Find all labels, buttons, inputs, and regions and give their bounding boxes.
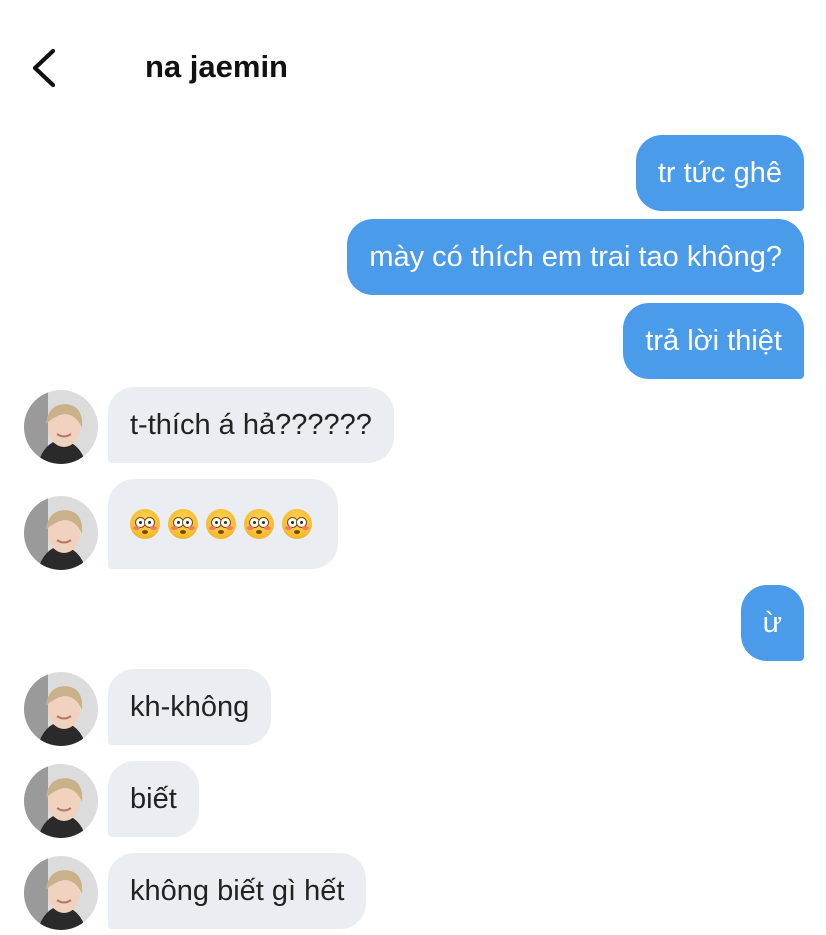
- message-text: kh-không: [130, 691, 250, 723]
- avatar[interactable]: [24, 856, 98, 930]
- back-button[interactable]: [24, 44, 68, 92]
- outgoing-message[interactable]: trả lời thiệt: [623, 303, 804, 379]
- outgoing-message[interactable]: tr tức ghê: [635, 135, 804, 211]
- outgoing-message[interactable]: mày có thích em trai tao không?: [347, 219, 804, 295]
- message-text: t-thích á hả??????: [130, 409, 372, 441]
- message-text: không biết gì hết: [130, 875, 345, 907]
- chat-screen: na jaemin tr tức ghê mày có thích em tra…: [0, 0, 826, 935]
- flushed-face-icon: [282, 509, 312, 539]
- avatar[interactable]: [24, 390, 98, 464]
- message-text: tr tức ghê: [657, 157, 782, 189]
- flushed-face-icon: [206, 509, 236, 539]
- chevron-left-icon: [32, 48, 56, 88]
- incoming-message[interactable]: t-thích á hả??????: [108, 387, 394, 463]
- chat-header: na jaemin: [0, 0, 826, 120]
- contact-name: na jaemin: [145, 49, 288, 84]
- message-text: ừ: [762, 607, 782, 639]
- flushed-face-icon: [130, 509, 160, 539]
- message-text: biết: [130, 783, 177, 815]
- incoming-message[interactable]: kh-không: [108, 669, 272, 745]
- avatar[interactable]: [24, 764, 98, 838]
- message-text: mày có thích em trai tao không?: [369, 241, 782, 273]
- incoming-message[interactable]: biết: [108, 761, 199, 837]
- incoming-message[interactable]: không biết gì hết: [108, 853, 367, 929]
- flushed-face-icon: [168, 509, 198, 539]
- avatar[interactable]: [24, 496, 98, 570]
- flushed-face-icon: [244, 509, 274, 539]
- message-text: trả lời thiệt: [645, 325, 782, 357]
- avatar[interactable]: [24, 672, 98, 746]
- outgoing-message[interactable]: ừ: [740, 585, 804, 661]
- incoming-emoji-message[interactable]: [108, 479, 338, 569]
